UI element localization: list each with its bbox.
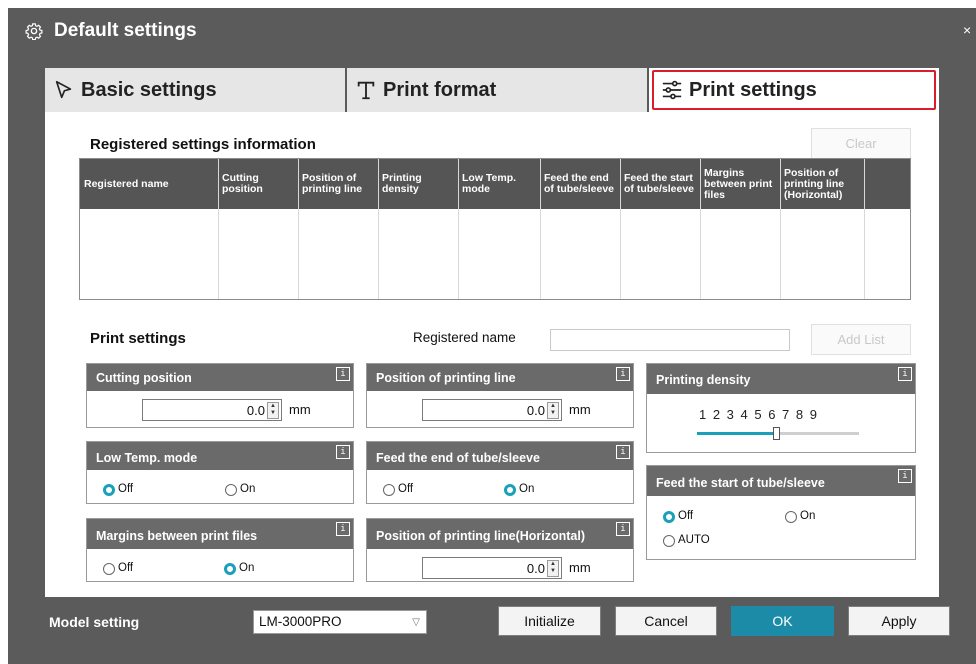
panel-title: Cutting position: [87, 364, 353, 391]
panel-title: Low Temp. mode: [87, 442, 353, 470]
window-title: Default settings: [54, 20, 197, 41]
print-settings-title: Print settings: [90, 330, 186, 347]
model-select-value: LM-3000PRO: [259, 614, 342, 629]
apply-button[interactable]: Apply: [848, 606, 950, 636]
tab-label: Print settings: [689, 79, 817, 101]
close-icon[interactable]: ×: [963, 22, 971, 38]
tab-label: Print format: [383, 79, 497, 101]
cutting-position-spinbox[interactable]: 0.0 ▲ ▼: [142, 399, 282, 421]
add-list-button[interactable]: Add List: [811, 324, 911, 355]
cursor-arrow-icon: [55, 80, 72, 99]
info-icon[interactable]: i: [336, 522, 350, 536]
registered-name-input[interactable]: [550, 329, 790, 351]
spin-arrows-icon[interactable]: ▲ ▼: [547, 402, 559, 419]
registered-settings-table: Registered name Cutting position Positio…: [79, 158, 911, 300]
position-horizontal-spinbox[interactable]: 0.0 ▲ ▼: [422, 557, 562, 579]
unit-label: mm: [569, 402, 591, 417]
ok-button[interactable]: OK: [731, 606, 834, 636]
margins-panel: Margins between print files i Off On: [86, 518, 354, 582]
density-slider-fill: [697, 432, 776, 435]
tab-label: Basic settings: [81, 79, 217, 101]
unit-label: mm: [569, 560, 591, 575]
panel-title: Position of printing line(Horizontal): [367, 519, 633, 549]
info-icon[interactable]: i: [336, 445, 350, 459]
column-header: Feed the end of tube/sleeve: [544, 172, 615, 195]
model-select[interactable]: LM-3000PRO ▽: [253, 610, 427, 634]
info-icon[interactable]: i: [898, 367, 912, 381]
info-icon[interactable]: i: [336, 367, 350, 381]
column-header: Position of printing line (Horizontal): [784, 166, 845, 201]
spin-arrows-icon[interactable]: ▲ ▼: [267, 402, 279, 419]
info-icon[interactable]: i: [898, 469, 912, 483]
column-header: Feed the start of tube/sleeve: [624, 172, 695, 195]
column-divider: [378, 159, 379, 299]
column-divider: [780, 159, 781, 299]
spinbox-value: 0.0: [526, 561, 545, 576]
cutting-position-panel: Cutting position i 0.0 ▲ ▼ mm: [86, 363, 354, 428]
sliders-icon: [662, 80, 682, 100]
column-divider: [700, 159, 701, 299]
info-icon[interactable]: i: [616, 445, 630, 459]
column-divider: [458, 159, 459, 299]
position-printing-line-panel: Position of printing line i 0.0 ▲ ▼ mm: [366, 363, 634, 428]
feed-end-panel: Feed the end of tube/sleeve i Off On: [366, 441, 634, 504]
position-printing-line-spinbox[interactable]: 0.0 ▲ ▼: [422, 399, 562, 421]
text-t-icon: [357, 81, 375, 100]
column-divider: [298, 159, 299, 299]
model-setting-label: Model setting: [49, 614, 140, 630]
spinbox-value: 0.0: [526, 403, 545, 418]
panel-title: Feed the start of tube/sleeve: [647, 466, 915, 496]
clear-button[interactable]: Clear: [811, 128, 911, 159]
column-header: Margins between print files: [704, 166, 773, 201]
density-scale: 1 2 3 4 5 6 7 8 9: [699, 407, 817, 422]
info-icon[interactable]: i: [616, 522, 630, 536]
registered-name-label: Registered name: [413, 330, 516, 345]
column-header: Position of printing line: [302, 172, 363, 195]
panel-title: Position of printing line: [367, 364, 633, 391]
registered-settings-title: Registered settings information: [90, 136, 316, 153]
panel-title: Margins between print files: [87, 519, 353, 549]
low-temp-mode-panel: Low Temp. mode i Off On: [86, 441, 354, 504]
feed-start-panel: Feed the start of tube/sleeve i Off On A…: [646, 465, 916, 560]
column-header: Registered name: [84, 177, 169, 190]
column-header: Printing density: [382, 172, 422, 195]
density-slider-thumb[interactable]: [773, 427, 780, 440]
tab-basic-settings[interactable]: Basic settings: [45, 68, 345, 112]
tab-print-format[interactable]: Print format: [347, 68, 647, 112]
unit-label: mm: [289, 402, 311, 417]
cancel-button[interactable]: Cancel: [615, 606, 717, 636]
column-divider: [620, 159, 621, 299]
printing-density-panel: Printing density i 1 2 3 4 5 6 7 8 9: [646, 363, 916, 453]
panel-title: Feed the end of tube/sleeve: [367, 442, 633, 470]
column-header: Cutting position: [222, 172, 263, 195]
spin-arrows-icon[interactable]: ▲ ▼: [547, 560, 559, 577]
spinbox-value: 0.0: [246, 403, 265, 418]
panel-title: Printing density: [647, 364, 915, 394]
position-horizontal-panel: Position of printing line(Horizontal) i …: [366, 518, 634, 582]
column-divider: [540, 159, 541, 299]
column-divider: [864, 159, 865, 299]
tab-print-settings[interactable]: Print settings: [649, 68, 939, 112]
initialize-button[interactable]: Initialize: [498, 606, 601, 636]
column-divider: [218, 159, 219, 299]
info-icon[interactable]: i: [616, 367, 630, 381]
title-bar: Default settings ×: [8, 8, 976, 54]
chevron-down-icon: ▽: [412, 617, 420, 628]
gear-icon: [25, 23, 43, 40]
column-header: Low Temp. mode: [462, 172, 517, 195]
